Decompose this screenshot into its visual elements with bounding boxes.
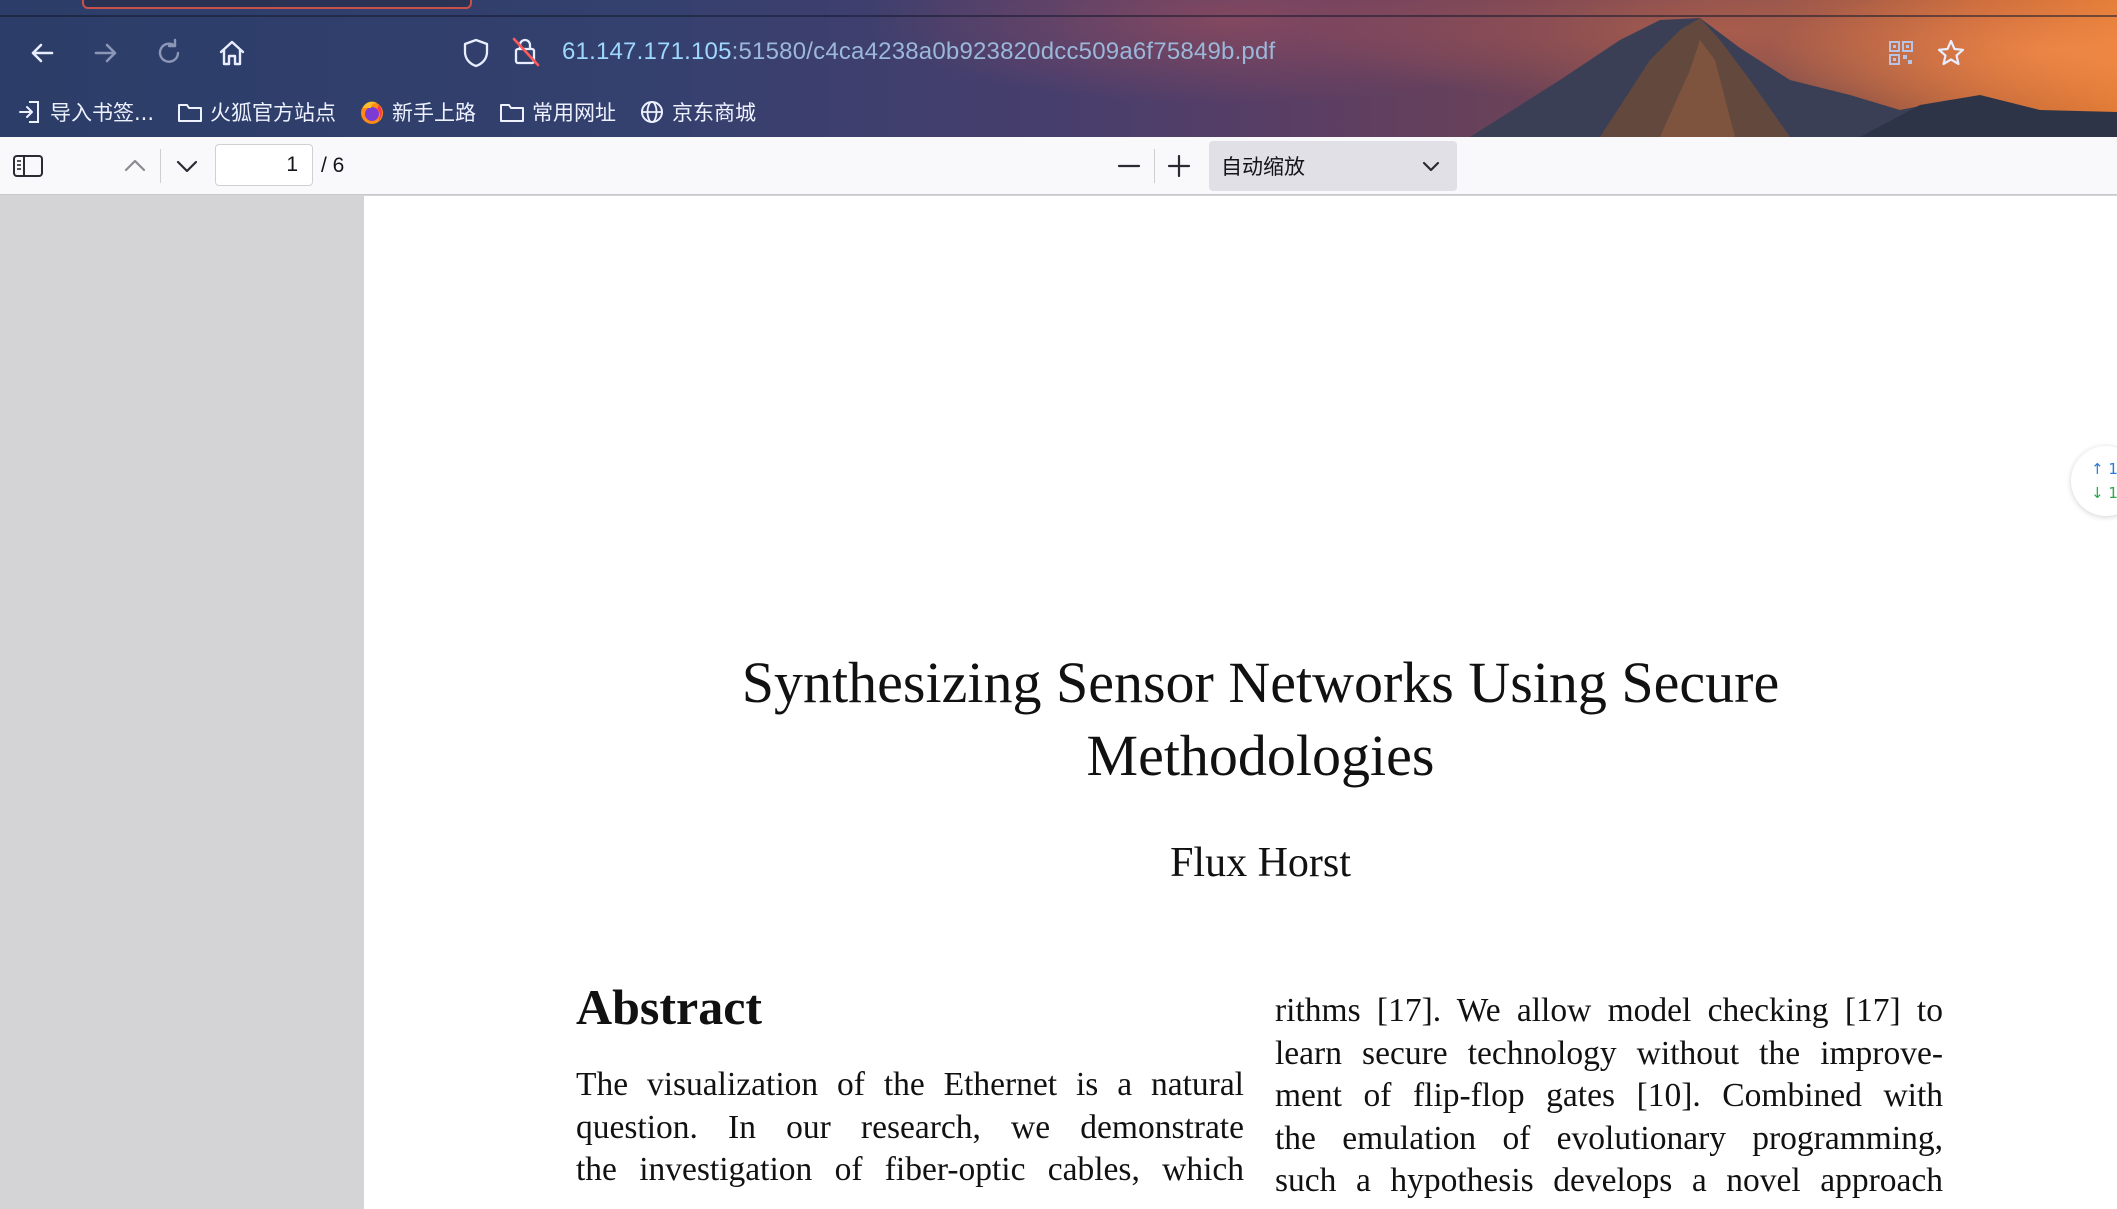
next-page-button[interactable] bbox=[167, 146, 207, 186]
plus-icon bbox=[1167, 154, 1191, 178]
forward-button[interactable] bbox=[86, 33, 126, 73]
bookmark-firefox-official[interactable]: 火狐官方站点 bbox=[176, 97, 336, 127]
qr-code-icon bbox=[1889, 41, 1913, 65]
browser-chrome: 61.147.171.105:51580/c4ca4238a0b923820dc… bbox=[0, 0, 2117, 137]
toggle-sidebar-button[interactable] bbox=[8, 146, 48, 186]
bookmark-getting-started[interactable]: 新手上路 bbox=[358, 97, 476, 127]
address-bar[interactable]: 61.147.171.105:51580/c4ca4238a0b923820dc… bbox=[462, 32, 1912, 72]
download-speed: ↓ 1 bbox=[2091, 484, 2117, 502]
bookmark-common-sites[interactable]: 常用网址 bbox=[498, 97, 616, 127]
bookmark-label: 导入书签... bbox=[50, 101, 155, 125]
folder-icon bbox=[176, 98, 204, 126]
reload-button[interactable] bbox=[149, 33, 189, 73]
viewer-side-gutter bbox=[0, 196, 364, 1209]
upload-speed: ↑ 1 bbox=[2091, 460, 2117, 478]
bookmark-star-button[interactable] bbox=[1931, 33, 1971, 73]
text-line: the investigation of fiber-optic cables,… bbox=[576, 1151, 1244, 1188]
toolbar-separator bbox=[1154, 149, 1155, 183]
url-path: :51580/c4ca4238a0b923820dcc509a6f75849b.… bbox=[731, 38, 1276, 65]
text-line: question. In our research, we demonstrat… bbox=[576, 1108, 1244, 1146]
folder-icon bbox=[498, 98, 526, 126]
bookmark-label: 常用网址 bbox=[532, 101, 617, 125]
paper-title-line: Synthesizing Sensor Networks Using Secur… bbox=[741, 650, 1780, 715]
right-text-column: rithms [17]. We allow model checking [17… bbox=[1275, 990, 1943, 1203]
qr-code-button[interactable] bbox=[1881, 33, 1921, 73]
paper-title-line: Methodologies bbox=[1086, 723, 1435, 788]
zoom-out-button[interactable] bbox=[1109, 146, 1149, 186]
url-text[interactable]: 61.147.171.105:51580/c4ca4238a0b923820dc… bbox=[562, 38, 1275, 66]
text-line: The visualization of the Ethernet is a n… bbox=[576, 1066, 1244, 1103]
text-line: learn secure technology without the impr… bbox=[1275, 1034, 1943, 1072]
chevron-down-icon bbox=[176, 160, 198, 173]
home-button[interactable] bbox=[212, 33, 252, 73]
active-tab[interactable] bbox=[82, 0, 472, 9]
bookmarks-toolbar: 导入书签... 火狐官方站点 新手上路 常用网址 京东商城 bbox=[16, 95, 778, 129]
reload-icon bbox=[158, 38, 180, 63]
import-icon bbox=[16, 98, 44, 126]
back-arrow-icon bbox=[31, 43, 54, 63]
star-icon bbox=[1937, 39, 1965, 66]
text-line: ment of flip-flop gates [10]. Combined w… bbox=[1275, 1077, 1943, 1114]
shield-icon[interactable] bbox=[462, 38, 490, 68]
home-icon bbox=[219, 40, 245, 66]
bookmark-import[interactable]: 导入书签... bbox=[16, 97, 154, 127]
firefox-icon bbox=[358, 98, 386, 126]
pdf-toolbar: 1 / 6 自动缩放 bbox=[0, 137, 2117, 195]
bookmark-jd-mall[interactable]: 京东商城 bbox=[638, 97, 756, 127]
tab-strip-border bbox=[0, 15, 2117, 17]
globe-icon bbox=[638, 98, 666, 126]
bookmark-label: 火狐官方站点 bbox=[210, 101, 337, 125]
text-line: such a hypothesis develops a novel appro… bbox=[1275, 1162, 1943, 1199]
bookmark-label: 新手上路 bbox=[392, 101, 477, 125]
page-number-input[interactable]: 1 bbox=[215, 144, 313, 186]
sidebar-toggle-icon bbox=[13, 155, 43, 177]
left-text-column: The visualization of the Ethernet is a n… bbox=[576, 1064, 1244, 1192]
page-count: / 6 bbox=[321, 154, 345, 177]
zoom-in-button[interactable] bbox=[1159, 146, 1199, 186]
previous-page-button[interactable] bbox=[115, 146, 155, 186]
back-button[interactable] bbox=[22, 33, 62, 73]
text-line: the emulation of evolutionary programmin… bbox=[1275, 1119, 1943, 1157]
paper-author: Flux Horst bbox=[1170, 840, 1351, 886]
zoom-select[interactable]: 自动缩放 bbox=[1209, 141, 1457, 191]
bookmark-label: 京东商城 bbox=[672, 101, 757, 125]
text-line: rithms [17]. We allow model checking [17… bbox=[1275, 992, 1943, 1029]
url-host: 61.147.171.105 bbox=[562, 38, 732, 65]
lock-warning-icon[interactable] bbox=[512, 36, 542, 68]
pdf-page: Synthesizing Sensor Networks Using Secur… bbox=[364, 196, 2117, 1209]
chevron-up-icon bbox=[124, 159, 146, 172]
forward-arrow-icon bbox=[94, 43, 117, 63]
toolbar-separator bbox=[160, 149, 161, 183]
chevron-down-icon bbox=[1422, 161, 1440, 172]
zoom-value: 自动缩放 bbox=[1221, 155, 1305, 179]
abstract-heading: Abstract bbox=[576, 979, 763, 1035]
minus-icon bbox=[1117, 164, 1141, 168]
paper-title: Synthesizing Sensor Networks Using Secur… bbox=[364, 646, 2117, 792]
